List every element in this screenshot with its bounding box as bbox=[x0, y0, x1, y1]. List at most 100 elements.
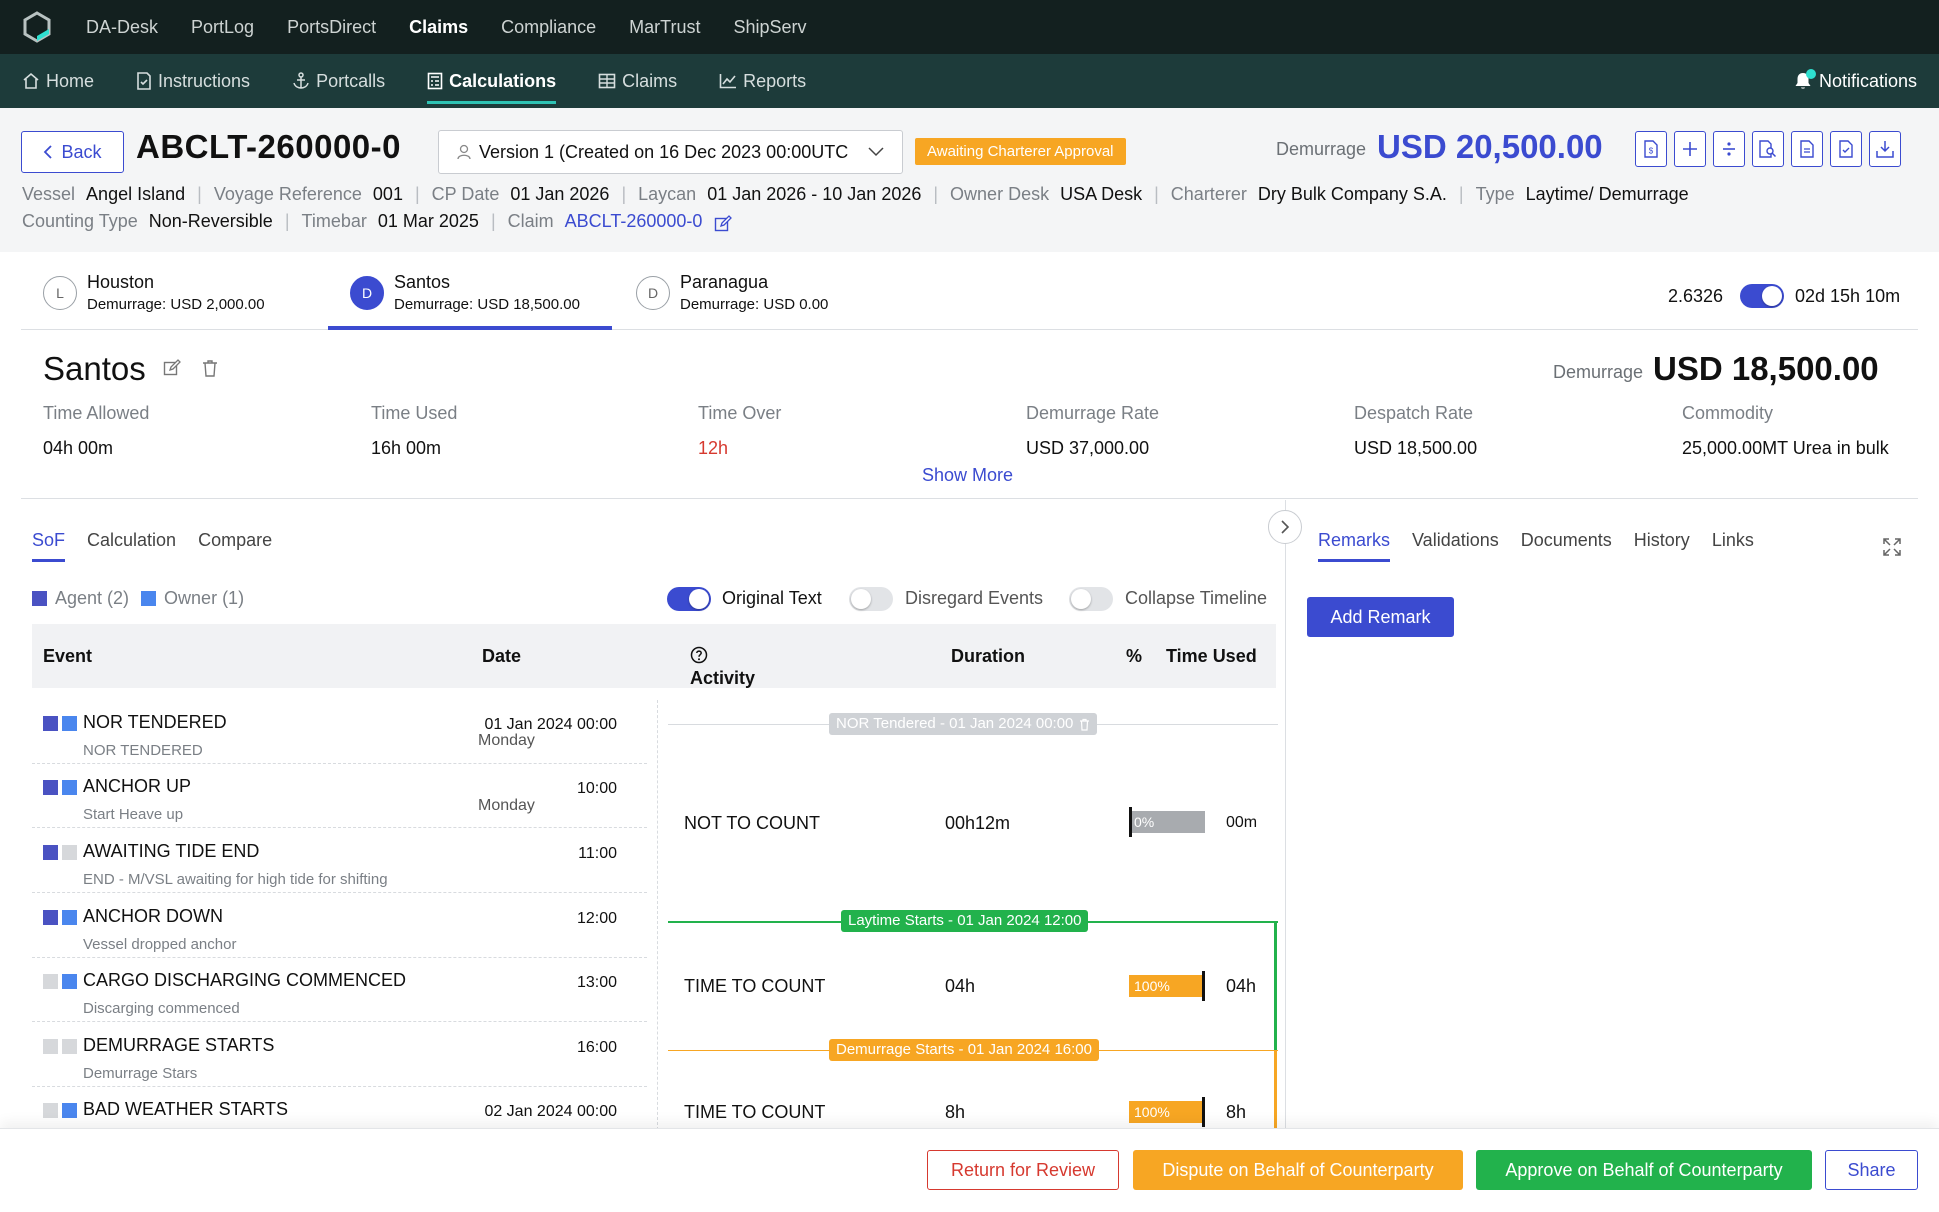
notifications-button[interactable]: Notifications bbox=[1793, 54, 1917, 108]
topnav-portsdirect[interactable]: PortsDirect bbox=[287, 0, 376, 54]
collapse-panel-button[interactable] bbox=[1268, 510, 1302, 544]
tab-history[interactable]: History bbox=[1634, 530, 1690, 562]
stat-label: Commodity bbox=[1682, 403, 1774, 423]
meta-separator: | bbox=[621, 184, 627, 204]
help-icon[interactable] bbox=[690, 646, 708, 664]
laytime-span bbox=[1274, 921, 1277, 1051]
document-text-button[interactable] bbox=[1791, 131, 1823, 167]
activity-duration: 04h bbox=[945, 976, 976, 996]
top-nav: DA-Desk PortLog PortsDirect Claims Compl… bbox=[86, 0, 840, 54]
stat-value: USD 37,000.00 bbox=[1026, 438, 1150, 458]
legend-agent[interactable]: Agent (2) bbox=[55, 588, 129, 609]
edit-icon[interactable] bbox=[714, 215, 733, 233]
show-more-link[interactable]: Show More bbox=[922, 465, 1013, 486]
edit-icon[interactable] bbox=[163, 359, 181, 377]
trash-icon[interactable] bbox=[202, 359, 218, 377]
topnav-martrust[interactable]: MarTrust bbox=[629, 0, 700, 54]
tab-validations[interactable]: Validations bbox=[1412, 530, 1499, 562]
topnav-claims[interactable]: Claims bbox=[409, 0, 468, 54]
stat-time-over: Time Over 12h bbox=[698, 403, 781, 459]
document-approve-button[interactable] bbox=[1830, 131, 1862, 167]
home-icon bbox=[23, 72, 39, 89]
ratio-toggle[interactable] bbox=[1740, 284, 1784, 308]
event-row[interactable]: ANCHOR UP Start Heave up 10:00 Monday bbox=[32, 764, 647, 828]
topnav-shipserv[interactable]: ShipServ bbox=[734, 0, 807, 54]
port-tab-paranagua[interactable]: D Paranagua Demurrage: USD 0.00 bbox=[636, 272, 828, 313]
col-event: Event bbox=[43, 646, 93, 666]
count-percentage-marker bbox=[1202, 1097, 1205, 1127]
disregard-events-toggle[interactable] bbox=[849, 587, 893, 611]
subnav-claims-label: Claims bbox=[622, 70, 678, 91]
back-button[interactable]: Back bbox=[21, 131, 124, 173]
panel-splitter[interactable] bbox=[1285, 500, 1286, 1130]
subnav-home[interactable]: Home bbox=[22, 54, 94, 108]
claim-link[interactable]: ABCLT-260000-0 bbox=[565, 211, 703, 232]
tab-sof[interactable]: SoF bbox=[32, 530, 66, 562]
subnav-portcalls[interactable]: Portcalls bbox=[292, 54, 385, 108]
event-row[interactable]: DEMURRAGE STARTS Demurrage Stars 16:00 bbox=[32, 1023, 647, 1087]
subnav-calculations[interactable]: Calculations bbox=[427, 54, 557, 108]
collapse-timeline-toggle[interactable] bbox=[1069, 587, 1113, 611]
event-time: 10:00 bbox=[576, 780, 617, 797]
version-select[interactable]: Version 1 (Created on 16 Dec 2023 00:00U… bbox=[438, 130, 903, 174]
trash-icon[interactable] bbox=[1079, 718, 1090, 731]
port-demurrage: Demurrage: USD 2,000.00 bbox=[87, 296, 265, 313]
event-sources bbox=[43, 780, 77, 795]
divide-button[interactable] bbox=[1713, 131, 1745, 167]
topnav-compliance[interactable]: Compliance bbox=[501, 0, 596, 54]
stat-commodity: Commodity 25,000.00MT Urea in bulk bbox=[1682, 403, 1889, 459]
document-dollar-button[interactable]: $ bbox=[1635, 131, 1667, 167]
activity-label: TIME TO COUNT bbox=[684, 1102, 826, 1122]
app-logo-icon[interactable] bbox=[20, 10, 54, 44]
stat-time-allowed: Time Allowed 04h 00m bbox=[43, 403, 149, 459]
port-tab-santos[interactable]: D Santos Demurrage: USD 18,500.00 bbox=[350, 272, 580, 313]
expand-icon[interactable] bbox=[1882, 537, 1902, 557]
legend-owner[interactable]: Owner (1) bbox=[164, 588, 244, 609]
topnav-portlog[interactable]: PortLog bbox=[191, 0, 254, 54]
claim-meta-row-2: Counting Type Non-Reversible | Timebar 0… bbox=[22, 211, 733, 233]
share-button[interactable]: Share bbox=[1825, 1150, 1918, 1190]
stat-label: Time Allowed bbox=[43, 403, 150, 423]
document-text-icon bbox=[1800, 140, 1814, 158]
event-sources bbox=[43, 716, 77, 731]
tab-compare[interactable]: Compare bbox=[198, 530, 272, 562]
port-tab-houston[interactable]: L Houston Demurrage: USD 2,000.00 bbox=[43, 272, 265, 313]
divide-icon bbox=[1723, 142, 1735, 156]
add-remark-button[interactable]: Add Remark bbox=[1307, 597, 1454, 637]
event-description: Vessel dropped anchor bbox=[83, 936, 237, 953]
tab-remarks[interactable]: Remarks bbox=[1318, 530, 1391, 562]
return-for-review-button[interactable]: Return for Review bbox=[927, 1150, 1119, 1190]
event-row[interactable]: AWAITING TIDE END END - M/VSL awaiting f… bbox=[32, 829, 647, 893]
subnav-claims[interactable]: Claims bbox=[598, 54, 677, 108]
meta-separator: | bbox=[284, 211, 290, 231]
port-name: Paranagua bbox=[680, 272, 769, 292]
tab-links[interactable]: Links bbox=[1712, 530, 1754, 562]
subnav-instructions[interactable]: Instructions bbox=[136, 54, 250, 108]
approve-button[interactable]: Approve on Behalf of Counterparty bbox=[1476, 1150, 1812, 1190]
owner-source-marker bbox=[62, 974, 77, 989]
tab-calculation[interactable]: Calculation bbox=[87, 530, 176, 562]
toggle-knob bbox=[689, 589, 709, 609]
sof-table-header: Event Date Activity Duration % Time Used bbox=[32, 624, 1276, 688]
total-duration: 02d 15h 10m bbox=[1795, 286, 1901, 306]
event-row[interactable]: CARGO DISCHARGING COMMENCED Discarging c… bbox=[32, 958, 647, 1022]
dispute-button[interactable]: Dispute on Behalf of Counterparty bbox=[1133, 1150, 1463, 1190]
document-check-icon bbox=[137, 72, 151, 90]
event-row[interactable]: NOR TENDERED NOR TENDERED 01 Jan 2024 00… bbox=[32, 700, 647, 764]
event-row[interactable]: ANCHOR DOWN Vessel dropped anchor 12:00 bbox=[32, 894, 647, 958]
add-button[interactable] bbox=[1674, 131, 1706, 167]
document-search-button[interactable] bbox=[1752, 131, 1784, 167]
tab-documents[interactable]: Documents bbox=[1521, 530, 1612, 562]
event-sources bbox=[43, 1039, 77, 1054]
agent-source-marker bbox=[43, 1039, 58, 1054]
anchor-icon bbox=[293, 72, 309, 89]
event-sources bbox=[43, 845, 77, 860]
notifications-label: Notifications bbox=[1818, 70, 1917, 91]
stat-label: Time Used bbox=[371, 403, 458, 423]
subnav-reports[interactable]: Reports bbox=[719, 54, 806, 108]
toggle-knob bbox=[1071, 589, 1091, 609]
original-text-label: Original Text bbox=[722, 588, 822, 608]
download-button[interactable] bbox=[1869, 131, 1901, 167]
topnav-da-desk[interactable]: DA-Desk bbox=[86, 0, 158, 54]
original-text-toggle[interactable] bbox=[667, 587, 711, 611]
